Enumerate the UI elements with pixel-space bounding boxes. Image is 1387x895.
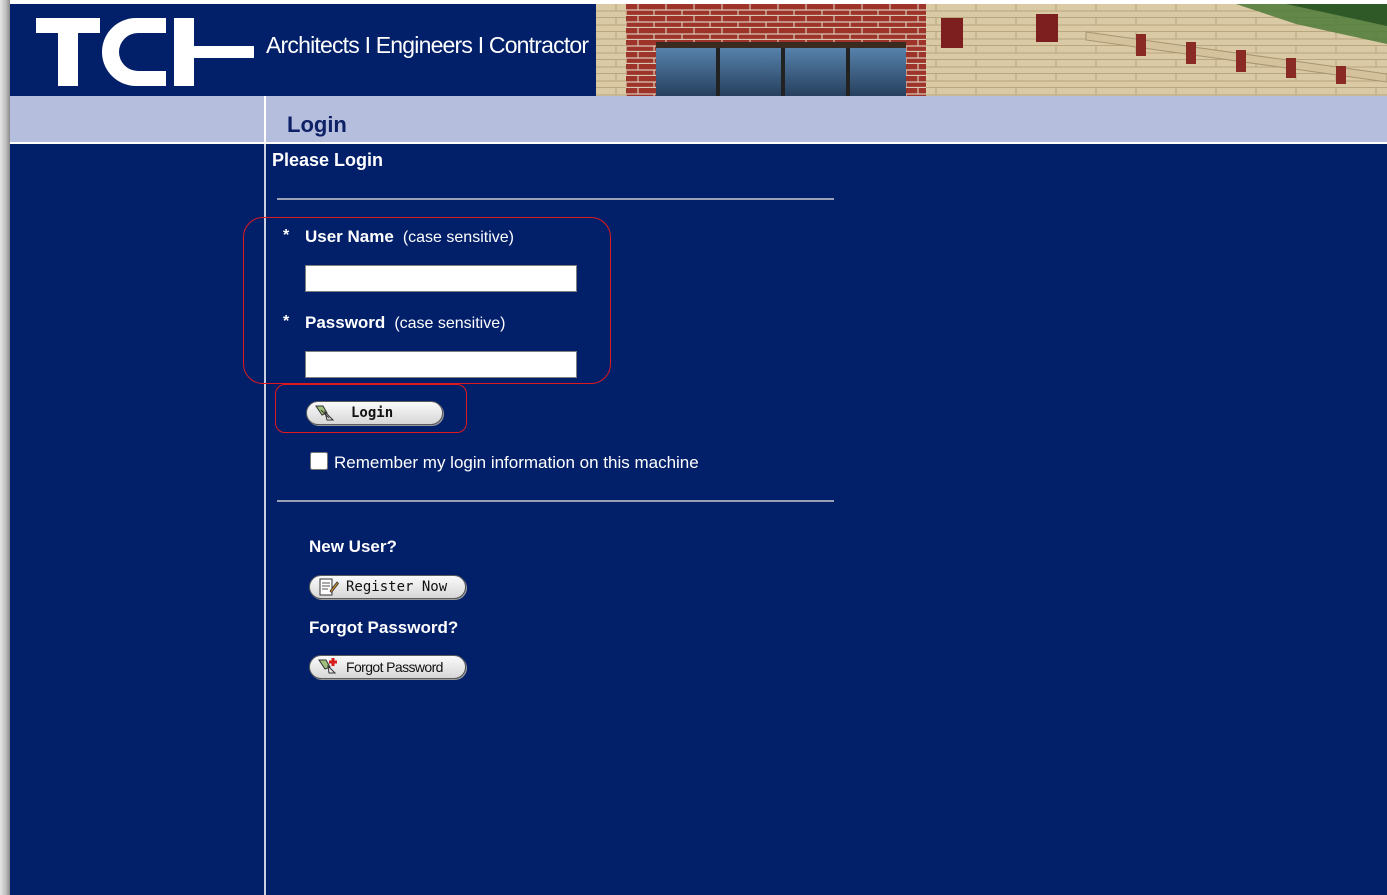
building-photo xyxy=(596,4,1387,96)
password-input[interactable] xyxy=(305,351,577,378)
page-title: Login xyxy=(287,112,347,137)
remember-label[interactable]: Remember my login information on this ma… xyxy=(334,453,699,473)
register-now-button[interactable]: Register Now xyxy=(309,575,466,599)
tci-logo xyxy=(36,17,254,86)
main-content: Please Login * User Name (case sensitive)… xyxy=(10,144,1387,895)
register-now-label: Register Now xyxy=(346,579,448,595)
forgot-password-icon xyxy=(318,658,337,674)
remember-checkbox[interactable] xyxy=(310,452,328,470)
username-label: User Name xyxy=(305,227,394,246)
forgot-password-label: Forgot Password xyxy=(346,659,443,675)
username-input[interactable] xyxy=(305,265,577,292)
register-document-icon xyxy=(319,578,340,596)
site-header: Architects I Engineers I Contractor xyxy=(10,4,1387,96)
login-heading: Please Login xyxy=(272,150,384,170)
column-divider xyxy=(264,144,266,895)
band-divider xyxy=(264,96,266,142)
divider-bottom xyxy=(277,500,834,502)
login-button-label: Login xyxy=(351,405,394,421)
login-pen-icon xyxy=(315,405,335,421)
forgot-password-heading: Forgot Password? xyxy=(309,618,459,637)
username-note: (case sensitive) xyxy=(402,229,514,246)
new-user-heading: New User? xyxy=(309,537,397,556)
password-note: (case sensitive) xyxy=(394,315,506,332)
password-label: Password xyxy=(305,313,386,332)
company-tagline: Architects I Engineers I Contractor xyxy=(266,32,589,58)
password-label-row: Password (case sensitive) xyxy=(305,313,505,333)
login-button[interactable]: Login xyxy=(306,401,443,425)
window-left-edge xyxy=(0,0,10,895)
forgot-password-button[interactable]: Forgot Password xyxy=(309,655,466,679)
required-mark: * xyxy=(283,313,290,330)
page-title-band: Login xyxy=(10,96,1387,144)
required-mark: * xyxy=(283,227,290,244)
divider-top xyxy=(277,198,834,200)
browser-viewport: Architects I Engineers I Contractor Logi… xyxy=(0,0,1387,895)
username-label-row: User Name (case sensitive) xyxy=(305,227,514,247)
